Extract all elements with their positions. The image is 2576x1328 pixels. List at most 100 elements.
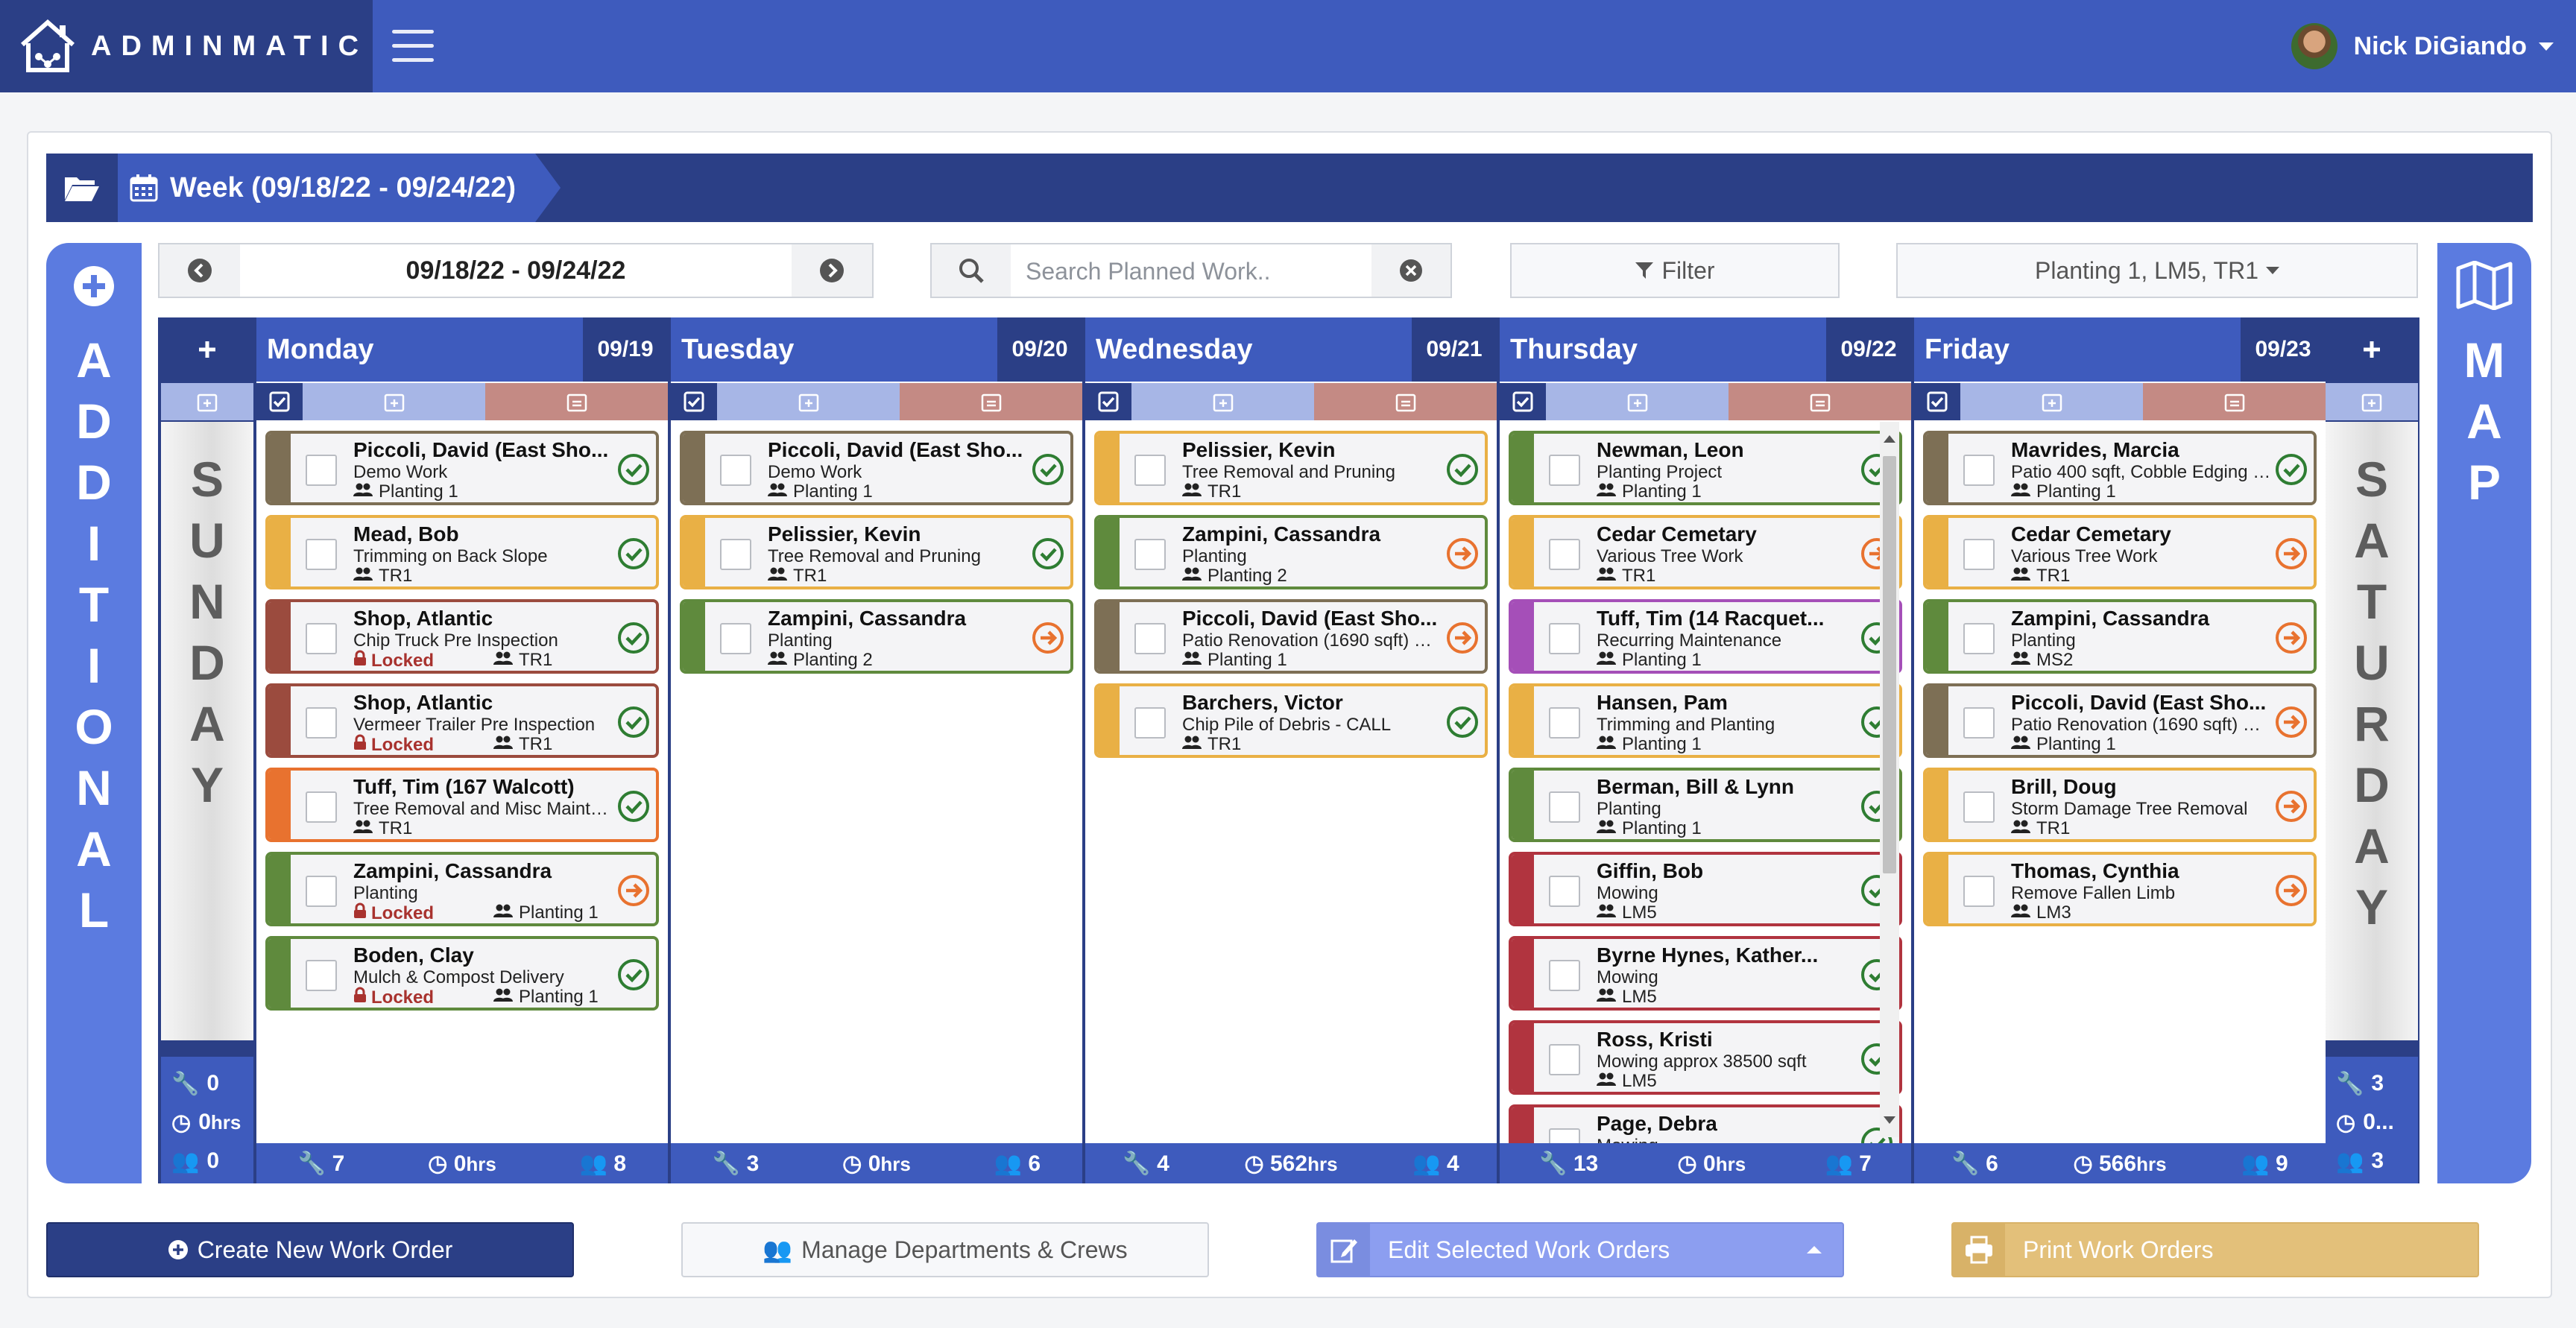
edit-selected-work-orders-button[interactable]: Edit Selected Work Orders bbox=[1316, 1222, 1844, 1277]
saturday-body[interactable]: SATURDAY bbox=[2326, 422, 2418, 1040]
card-select-checkbox[interactable] bbox=[1549, 707, 1580, 739]
work-order-card[interactable]: Shop, Atlantic Chip Truck Pre Inspection L… bbox=[265, 599, 659, 674]
map-sidebar[interactable]: MAP bbox=[2437, 243, 2531, 1183]
add-work-order-button[interactable] bbox=[1131, 383, 1314, 420]
schedule-button[interactable] bbox=[485, 383, 668, 420]
select-all-button[interactable] bbox=[256, 383, 303, 420]
manage-departments-button[interactable]: 👥 Manage Departments & Crews bbox=[681, 1222, 1209, 1277]
work-order-card[interactable]: Piccoli, David (East Sho... Patio Renovat… bbox=[1094, 599, 1488, 674]
crew-filter-select[interactable]: Planting 1, LM5, TR1 bbox=[1896, 243, 2418, 298]
status-check-icon[interactable] bbox=[1446, 706, 1479, 739]
card-select-checkbox[interactable] bbox=[1963, 791, 1995, 823]
add-sunday-button[interactable] bbox=[161, 317, 253, 382]
work-order-card[interactable]: Ross, Kristi Mowing approx 38500 sqft LM5 bbox=[1509, 1020, 1902, 1095]
work-order-card[interactable]: Piccoli, David (East Sho... Demo Work Plan… bbox=[680, 431, 1073, 505]
status-check-icon[interactable] bbox=[617, 622, 650, 654]
card-select-checkbox[interactable] bbox=[306, 623, 337, 654]
add-work-order-button[interactable] bbox=[1546, 383, 1729, 420]
status-arrow-icon[interactable] bbox=[2275, 790, 2308, 823]
status-check-icon[interactable] bbox=[1032, 453, 1064, 486]
thursday-scrollbar[interactable] bbox=[1880, 422, 1899, 1137]
work-order-card[interactable]: Cedar Cemetary Various Tree Work TR1 bbox=[1509, 515, 1902, 589]
select-all-button[interactable] bbox=[1085, 383, 1131, 420]
card-select-checkbox[interactable] bbox=[1549, 960, 1580, 991]
status-arrow-icon[interactable] bbox=[1032, 622, 1064, 654]
app-logo[interactable]: ADMINMATIC bbox=[0, 0, 373, 92]
folder-open-icon[interactable] bbox=[46, 154, 118, 222]
work-order-card[interactable]: Brill, Doug Storm Damage Tree Removal TR1 bbox=[1923, 768, 2317, 842]
add-work-order-button[interactable] bbox=[1960, 383, 2143, 420]
select-all-button[interactable] bbox=[1914, 383, 1960, 420]
status-check-icon[interactable] bbox=[617, 958, 650, 991]
schedule-button[interactable] bbox=[1314, 383, 1497, 420]
work-order-card[interactable]: Giffin, Bob Mowing LM5 bbox=[1509, 852, 1902, 926]
card-select-checkbox[interactable] bbox=[1963, 876, 1995, 907]
card-select-checkbox[interactable] bbox=[1549, 876, 1580, 907]
additional-sidebar[interactable]: ADDITIONAL bbox=[46, 243, 142, 1183]
status-check-icon[interactable] bbox=[617, 790, 650, 823]
card-select-checkbox[interactable] bbox=[306, 707, 337, 739]
card-select-checkbox[interactable] bbox=[720, 623, 751, 654]
work-order-card[interactable]: Mavrides, Marcia Patio 400 sqft, Cobble E… bbox=[1923, 431, 2317, 505]
work-order-card[interactable]: Newman, Leon Planting Project Planting 1 bbox=[1509, 431, 1902, 505]
card-select-checkbox[interactable] bbox=[1963, 707, 1995, 739]
hamburger-menu-icon[interactable] bbox=[392, 30, 434, 63]
work-order-card[interactable]: Pelissier, Kevin Tree Removal and Pruning… bbox=[1094, 431, 1488, 505]
status-arrow-icon[interactable] bbox=[2275, 874, 2308, 907]
create-work-order-button[interactable]: Create New Work Order bbox=[46, 1222, 574, 1277]
work-order-card[interactable]: Mead, Bob Trimming on Back Slope TR1 bbox=[265, 515, 659, 589]
prev-week-button[interactable] bbox=[160, 244, 240, 297]
card-select-checkbox[interactable] bbox=[1549, 1128, 1580, 1143]
card-select-checkbox[interactable] bbox=[1134, 455, 1166, 486]
search-input[interactable]: Search Planned Work.. bbox=[1026, 258, 1270, 285]
work-order-card[interactable]: Byrne Hynes, Kather... Mowing LM5 bbox=[1509, 936, 1902, 1011]
saturday-add-calendar-icon[interactable] bbox=[2326, 383, 2418, 420]
card-select-checkbox[interactable] bbox=[1134, 623, 1166, 654]
schedule-button[interactable] bbox=[1729, 383, 1911, 420]
status-check-icon[interactable] bbox=[1032, 537, 1064, 570]
work-order-card[interactable]: Zampini, Cassandra Planting Planting 2 bbox=[1094, 515, 1488, 589]
work-order-card[interactable]: Thomas, Cynthia Remove Fallen Limb LM3 bbox=[1923, 852, 2317, 926]
sunday-body[interactable]: SUNDAY bbox=[161, 422, 253, 1040]
card-select-checkbox[interactable] bbox=[1134, 707, 1166, 739]
card-select-checkbox[interactable] bbox=[1549, 1044, 1580, 1075]
card-select-checkbox[interactable] bbox=[306, 791, 337, 823]
status-check-icon[interactable] bbox=[617, 537, 650, 570]
status-arrow-icon[interactable] bbox=[617, 874, 650, 907]
card-select-checkbox[interactable] bbox=[1549, 791, 1580, 823]
schedule-button[interactable] bbox=[900, 383, 1082, 420]
card-select-checkbox[interactable] bbox=[1549, 623, 1580, 654]
status-arrow-icon[interactable] bbox=[2275, 706, 2308, 739]
card-select-checkbox[interactable] bbox=[720, 539, 751, 570]
add-work-order-button[interactable] bbox=[717, 383, 900, 420]
card-select-checkbox[interactable] bbox=[306, 876, 337, 907]
filter-button[interactable]: Filter bbox=[1510, 243, 1840, 298]
work-order-card[interactable]: Zampini, Cassandra Planting Planting 2 bbox=[680, 599, 1073, 674]
status-arrow-icon[interactable] bbox=[1446, 622, 1479, 654]
work-order-card[interactable]: Page, DebraMowingLM5 bbox=[1509, 1104, 1902, 1143]
card-select-checkbox[interactable] bbox=[1963, 539, 1995, 570]
work-order-card[interactable]: Hansen, Pam Trimming and Planting Planting… bbox=[1509, 683, 1902, 758]
print-work-orders-button[interactable]: Print Work Orders bbox=[1951, 1222, 2479, 1277]
work-order-card[interactable]: Cedar Cemetary Various Tree Work TR1 bbox=[1923, 515, 2317, 589]
card-select-checkbox[interactable] bbox=[1549, 539, 1580, 570]
select-all-button[interactable] bbox=[671, 383, 717, 420]
status-check-icon[interactable] bbox=[2275, 453, 2308, 486]
status-arrow-icon[interactable] bbox=[2275, 537, 2308, 570]
work-order-card[interactable]: Tuff, Tim (167 Walcott) Tree Removal and … bbox=[265, 768, 659, 842]
work-order-card[interactable]: Zampini, Cassandra Planting MS2 bbox=[1923, 599, 2317, 674]
card-select-checkbox[interactable] bbox=[306, 960, 337, 991]
schedule-button[interactable] bbox=[2143, 383, 2326, 420]
card-select-checkbox[interactable] bbox=[1963, 623, 1995, 654]
work-order-card[interactable]: Barchers, Victor Chip Pile of Debris - CA… bbox=[1094, 683, 1488, 758]
status-check-icon[interactable] bbox=[1446, 453, 1479, 486]
card-select-checkbox[interactable] bbox=[720, 455, 751, 486]
work-order-card[interactable]: Zampini, Cassandra Planting Locked Planting… bbox=[265, 852, 659, 926]
breadcrumb-week[interactable]: Week (09/18/22 - 09/24/22) bbox=[118, 154, 561, 222]
thursday-scroll-area[interactable]: Newman, Leon Planting Project Planting 1 Ce… bbox=[1500, 422, 1911, 1143]
clear-search-button[interactable] bbox=[1371, 244, 1450, 297]
status-check-icon[interactable] bbox=[617, 706, 650, 739]
scrollbar-thumb[interactable] bbox=[1883, 456, 1896, 873]
work-order-card[interactable]: Tuff, Tim (14 Racquet... Recurring Mainte… bbox=[1509, 599, 1902, 674]
card-select-checkbox[interactable] bbox=[1549, 455, 1580, 486]
